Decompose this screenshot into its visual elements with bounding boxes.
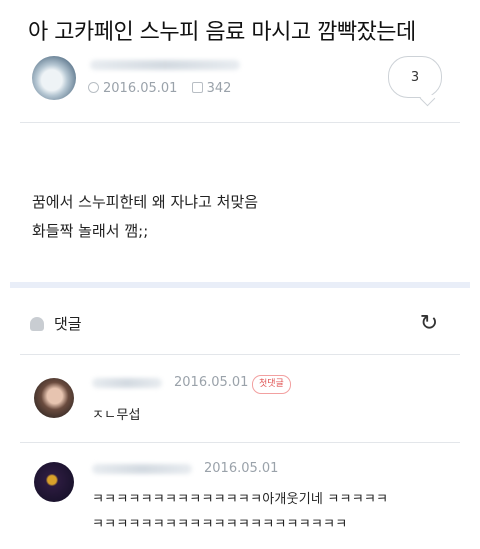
comments-divider — [20, 354, 460, 355]
comment-text: ㅈㄴ무섭 — [92, 408, 141, 423]
section-separator — [10, 282, 470, 288]
post-meta: 2016.05.01 342 — [88, 81, 231, 96]
comment-count: 3 — [410, 69, 420, 85]
commenter-name-blurred — [92, 464, 192, 474]
author-avatar[interactable] — [32, 56, 76, 100]
refresh-icon[interactable]: ↻ — [418, 313, 440, 335]
post-title: 아 고카페인 스누피 음료 마시고 깜빡잤는데 — [28, 20, 416, 45]
comment-text-line: ㅋㅋㅋㅋㅋㅋㅋㅋㅋㅋㅋㅋㅋㅋ아개웃기네 ㅋㅋㅋㅋㅋ — [92, 492, 389, 507]
bell-icon — [30, 316, 44, 331]
post-body: 꿈에서 스누피한테 왜 자냐고 처맞음 화들짝 놀래서 깸;; — [32, 188, 258, 246]
clock-icon — [88, 82, 99, 93]
comment-count-bubble[interactable]: 3 — [388, 56, 442, 98]
commenter-name-blurred — [92, 378, 162, 388]
header-divider — [20, 122, 460, 123]
commenter-avatar[interactable] — [34, 462, 74, 502]
post-body-line: 꿈에서 스누피한테 왜 자냐고 처맞음 — [32, 193, 259, 211]
views-icon — [191, 82, 203, 93]
comments-header: 댓글 — [30, 313, 82, 334]
first-comment-badge: 첫댓글 — [252, 375, 291, 394]
author-name-blurred — [90, 60, 240, 70]
comment-date: 2016.05.01 — [204, 461, 279, 476]
commenter-avatar[interactable] — [34, 378, 74, 418]
post-body-line: 화들짝 놀래서 깸;; — [32, 222, 149, 240]
comment-divider — [20, 442, 460, 443]
post-views: 342 — [206, 81, 232, 96]
comments-label: 댓글 — [54, 315, 82, 333]
post-date: 2016.05.01 — [103, 81, 178, 96]
comment-text-line: ㅋㅋㅋㅋㅋㅋㅋㅋㅋㅋㅋㅋㅋㅋㅋㅋㅋㅋㅋㅋㅋ — [92, 517, 348, 532]
comment-date: 2016.05.01 — [174, 375, 249, 390]
